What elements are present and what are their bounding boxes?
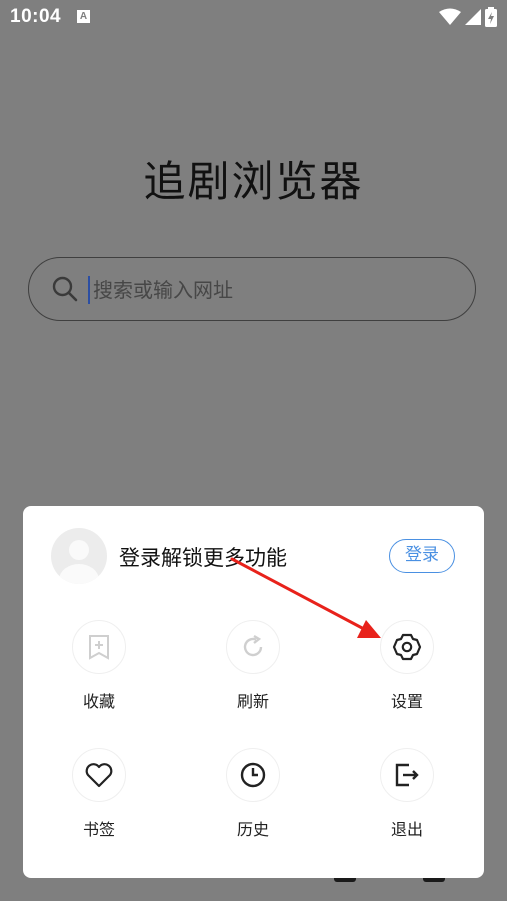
menu-item-label: 退出	[390, 820, 423, 839]
status-bar: 10:04 A	[0, 0, 507, 36]
user-placeholder-icon	[59, 540, 99, 584]
signal-icon	[465, 9, 481, 25]
history-clock-icon	[240, 762, 266, 788]
login-prompt[interactable]: 登录解锁更多功能	[119, 542, 287, 572]
menu-item-exit[interactable]: 退出	[357, 748, 457, 848]
bookmark-add-icon	[89, 635, 109, 660]
menu-icon-circle	[226, 620, 280, 674]
menu-icon-circle	[380, 620, 434, 674]
login-button[interactable]: 登录	[389, 539, 455, 573]
wifi-icon	[439, 8, 461, 25]
search-input[interactable]	[91, 272, 455, 308]
menu-icon-circle	[380, 748, 434, 802]
app-notification-icon: A	[77, 10, 90, 23]
menu-item-label: 收藏	[82, 692, 115, 711]
menu-item-settings[interactable]: 设置	[357, 620, 457, 720]
text-caret	[88, 276, 90, 304]
status-time: 10:04	[10, 6, 62, 27]
exit-icon	[395, 763, 419, 787]
menu-item-label: 刷新	[236, 692, 269, 711]
menu-icon-circle	[72, 748, 126, 802]
menu-item-label: 书签	[82, 820, 115, 839]
refresh-icon	[243, 634, 263, 657]
menu-item-favorite[interactable]: 收藏	[49, 620, 149, 720]
menu-item-label: 历史	[236, 820, 269, 839]
search-bar[interactable]	[28, 257, 476, 321]
menu-item-refresh[interactable]: 刷新	[203, 620, 303, 720]
battery-icon	[485, 7, 497, 27]
menu-icon-circle	[226, 748, 280, 802]
menu-sheet: 登录解锁更多功能 登录 收藏 刷新 设置 书签 历史 退出	[23, 506, 484, 878]
menu-icon-circle	[72, 620, 126, 674]
settings-icon	[392, 633, 422, 661]
page-title: 追剧浏览器	[143, 157, 364, 206]
heart-icon	[85, 763, 113, 788]
menu-item-bookmarks[interactable]: 书签	[49, 748, 149, 848]
status-icons	[439, 7, 497, 27]
menu-item-label: 设置	[390, 692, 423, 711]
menu-item-history[interactable]: 历史	[203, 748, 303, 848]
search-icon	[52, 276, 78, 302]
avatar[interactable]	[51, 528, 107, 584]
